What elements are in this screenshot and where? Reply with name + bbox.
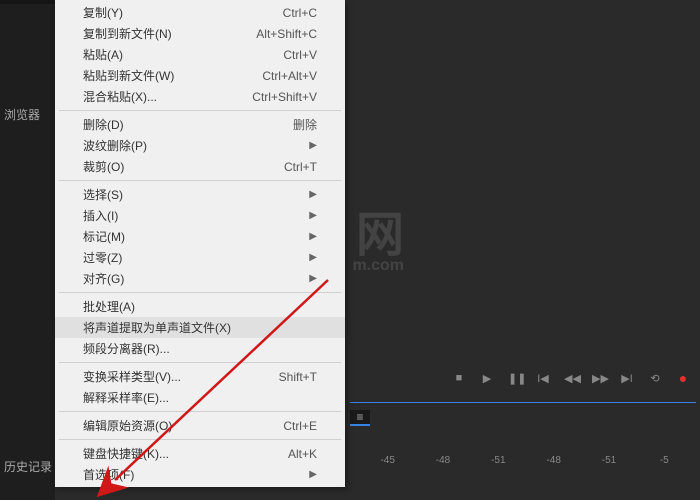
chevron-right-icon: ▶ — [309, 273, 317, 284]
loop-icon[interactable]: ⟲ — [648, 372, 662, 385]
menu-item-label: 粘贴到新文件(W) — [83, 67, 252, 84]
menu-item-shortcut: Shift+T — [279, 370, 317, 384]
ruler-tick: -45 — [360, 455, 415, 475]
transport-controls: ■ ▶ ❚❚ I◀ ◀◀ ▶▶ ▶I ⟲ ● — [452, 370, 690, 386]
menu-separator — [59, 362, 341, 363]
menu-item-label: 删除(D) — [83, 116, 283, 133]
menu-item[interactable]: 对齐(G) ▶ — [55, 268, 345, 289]
menu-item[interactable]: 键盘快捷键(K)... Alt+K — [55, 443, 345, 464]
menu-item-shortcut: Ctrl+T — [284, 160, 317, 174]
ruler-tick: -5 — [637, 455, 692, 475]
menu-item[interactable]: 插入(I) ▶ — [55, 205, 345, 226]
sidebar-history-label[interactable]: 历史记录 — [4, 458, 52, 475]
menu-item[interactable]: 粘贴到新文件(W) Ctrl+Alt+V — [55, 65, 345, 86]
menu-item[interactable]: 粘贴(A) Ctrl+V — [55, 44, 345, 65]
chevron-right-icon: ▶ — [309, 252, 317, 263]
sidebar-browser-label[interactable]: 浏览器 — [4, 106, 40, 123]
ruler-tick: -51 — [581, 455, 636, 475]
menu-item-label: 变换采样类型(V)... — [83, 368, 269, 385]
menu-separator — [59, 180, 341, 181]
pause-icon[interactable]: ❚❚ — [508, 372, 522, 385]
menu-item-shortcut: Ctrl+Shift+V — [252, 90, 317, 104]
menu-item[interactable]: 频段分离器(R)... — [55, 338, 345, 359]
menu-item[interactable]: 首选项(F) ▶ — [55, 464, 345, 485]
menu-item-shortcut: Ctrl+Alt+V — [262, 69, 317, 83]
menu-item[interactable]: 变换采样类型(V)... Shift+T — [55, 366, 345, 387]
menu-item[interactable]: 批处理(A) — [55, 296, 345, 317]
menu-item[interactable]: 标记(M) ▶ — [55, 226, 345, 247]
skip-back-icon[interactable]: I◀ — [536, 372, 550, 385]
stop-icon[interactable]: ■ — [452, 372, 466, 384]
menu-item-label: 裁剪(O) — [83, 158, 274, 175]
menu-item[interactable]: 编辑原始资源(O) Ctrl+E — [55, 415, 345, 436]
ruler-tick: -48 — [415, 455, 470, 475]
menu-item[interactable]: 混合粘贴(X)... Ctrl+Shift+V — [55, 86, 345, 107]
panel-tab-menu[interactable] — [350, 410, 370, 426]
chevron-right-icon: ▶ — [309, 189, 317, 200]
menu-separator — [59, 411, 341, 412]
menu-item-label: 插入(I) — [83, 207, 299, 224]
chevron-right-icon: ▶ — [309, 210, 317, 221]
menu-item-label: 波纹删除(P) — [83, 137, 299, 154]
play-icon[interactable]: ▶ — [480, 372, 494, 385]
sidebar-divider — [0, 0, 55, 4]
menu-item-shortcut: Alt+Shift+C — [256, 27, 317, 41]
menu-item-label: 复制到新文件(N) — [83, 25, 246, 42]
menu-item-shortcut: Alt+K — [288, 447, 317, 461]
chevron-right-icon: ▶ — [309, 469, 317, 480]
menu-item-label: 粘贴(A) — [83, 46, 273, 63]
menu-separator — [59, 292, 341, 293]
menu-item-label: 键盘快捷键(K)... — [83, 445, 278, 462]
menu-item-shortcut: Ctrl+C — [283, 6, 317, 20]
menu-item-label: 频段分离器(R)... — [83, 340, 317, 357]
menu-item-label: 过零(Z) — [83, 249, 299, 266]
record-icon[interactable]: ● — [676, 370, 690, 386]
menu-item-label: 选择(S) — [83, 186, 299, 203]
menu-item-label: 标记(M) — [83, 228, 299, 245]
forward-icon[interactable]: ▶▶ — [592, 372, 606, 385]
menu-item[interactable]: 裁剪(O) Ctrl+T — [55, 156, 345, 177]
skip-fwd-icon[interactable]: ▶I — [620, 372, 634, 385]
menu-item-shortcut: Ctrl+V — [283, 48, 317, 62]
menu-item[interactable]: 复制(Y) Ctrl+C — [55, 2, 345, 23]
menu-item[interactable]: 将声道提取为单声道文件(X) — [55, 317, 345, 338]
left-sidebar — [0, 0, 55, 500]
menu-item-label: 解释采样率(E)... — [83, 389, 317, 406]
menu-item[interactable]: 波纹删除(P) ▶ — [55, 135, 345, 156]
menu-item-label: 编辑原始资源(O) — [83, 417, 273, 434]
menu-item-label: 混合粘贴(X)... — [83, 88, 242, 105]
menu-item[interactable]: 过零(Z) ▶ — [55, 247, 345, 268]
ruler-tick: -48 — [526, 455, 581, 475]
timeline-divider — [350, 402, 696, 403]
menu-item-label: 首选项(F) — [83, 466, 299, 483]
menu-item-label: 将声道提取为单声道文件(X) — [83, 319, 317, 336]
menu-item[interactable]: 复制到新文件(N) Alt+Shift+C — [55, 23, 345, 44]
menu-item-label: 批处理(A) — [83, 298, 317, 315]
menu-separator — [59, 439, 341, 440]
menu-item[interactable]: 删除(D) 删除 — [55, 114, 345, 135]
menu-item-label: 复制(Y) — [83, 4, 273, 21]
ruler-tick: -51 — [471, 455, 526, 475]
menu-item[interactable]: 选择(S) ▶ — [55, 184, 345, 205]
edit-context-menu: 复制(Y) Ctrl+C 复制到新文件(N) Alt+Shift+C 粘贴(A) Ctrl… — [55, 0, 345, 487]
menu-separator — [59, 110, 341, 111]
menu-item[interactable]: 解释采样率(E)... — [55, 387, 345, 408]
timeline-ruler[interactable]: -45 -48 -51 -48 -51 -5 — [360, 455, 692, 475]
chevron-right-icon: ▶ — [309, 140, 317, 151]
menu-item-shortcut: Ctrl+E — [283, 419, 317, 433]
rewind-icon[interactable]: ◀◀ — [564, 372, 578, 385]
menu-item-shortcut: 删除 — [293, 116, 317, 133]
chevron-right-icon: ▶ — [309, 231, 317, 242]
menu-item-label: 对齐(G) — [83, 270, 299, 287]
